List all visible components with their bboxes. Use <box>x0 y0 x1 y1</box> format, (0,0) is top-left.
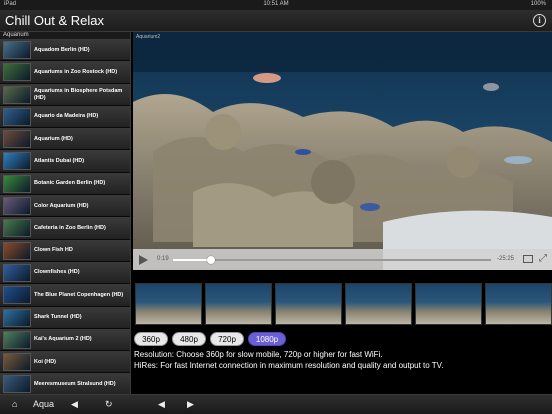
list-item[interactable]: Aquariums in Zoo Rostock (HD) <box>0 61 130 84</box>
scene-thumbnail[interactable] <box>415 283 482 325</box>
scene-thumbnail[interactable] <box>135 283 202 325</box>
refresh-icon[interactable]: ↻ <box>105 399 113 410</box>
play-icon[interactable] <box>139 255 148 265</box>
list-item-thumbnail <box>3 85 31 104</box>
list-item-thumbnail <box>3 375 31 394</box>
info-icon[interactable]: i <box>533 14 546 27</box>
video-controls: 0:19 -25:25 ⤢ <box>133 249 552 270</box>
title-bar: Chill Out & Relax i <box>0 10 552 32</box>
list-item-label: The Blue Planet Copenhagen (HD) <box>34 291 124 298</box>
list-item[interactable]: Meeresmuseum Stralsund (HD) <box>0 373 130 394</box>
list-item-label: Color Aquarium (HD) <box>34 202 89 209</box>
list-item-thumbnail <box>3 130 31 149</box>
list-item-thumbnail <box>3 241 31 260</box>
list-item-thumbnail <box>3 308 31 327</box>
list-item[interactable]: Aquariums in Biosphere Potsdam (HD) <box>0 83 130 106</box>
resolution-button-360p[interactable]: 360p <box>134 332 168 346</box>
prev-category-button[interactable]: ◀ <box>71 399 78 410</box>
list-item-label: Aquario da Madeira (HD) <box>34 113 99 120</box>
battery-label: 100% <box>530 1 546 7</box>
list-item-thumbnail <box>3 286 31 305</box>
list-item-thumbnail <box>3 197 31 216</box>
scene-thumbnail[interactable] <box>275 283 342 325</box>
remaining-time: -25:25 <box>497 256 515 262</box>
scene-thumbnail[interactable] <box>485 283 552 325</box>
list-item-thumbnail <box>3 174 31 193</box>
scene-thumbnails <box>133 270 552 330</box>
elapsed-time: 0:19 <box>157 256 169 262</box>
bottom-toolbar: ⌂ Aqua ◀ ↻ ◀ ▶ <box>0 394 552 414</box>
resolution-button-720p[interactable]: 720p <box>210 332 244 346</box>
list-item[interactable]: Kai's Aquarium 2 (HD) <box>0 328 130 352</box>
list-item[interactable]: Aquarium (HD) <box>0 128 130 151</box>
seek-bar[interactable] <box>173 256 491 264</box>
scene-thumbnail[interactable] <box>205 283 272 325</box>
list-item-thumbnail <box>3 41 31 59</box>
list-item[interactable]: The Blue Planet Copenhagen (HD) <box>0 284 130 307</box>
app-title: Chill Out & Relax <box>5 13 104 28</box>
list-item[interactable]: Atlantis Dubai (HD) <box>0 150 130 173</box>
list-item-label: Botanic Garden Berlin (HD) <box>34 180 106 187</box>
list-item[interactable]: Clown Fish HD <box>0 239 130 262</box>
list-item-thumbnail <box>3 152 31 171</box>
airplay-icon[interactable] <box>523 255 533 263</box>
clock: 10:51 AM <box>263 1 289 7</box>
video-list-sidebar: Aquarium Aquadom Berlin (HD) Aquariums in… <box>0 32 131 394</box>
video-caption: Aquarium2 <box>136 34 161 40</box>
list-item[interactable]: Aquadom Berlin (HD) <box>0 39 130 62</box>
list-item-label: Clownfishes (HD) <box>34 269 80 276</box>
list-item-label: Aquadom Berlin (HD) <box>34 46 90 53</box>
list-item[interactable]: Botanic Garden Berlin (HD) <box>0 172 130 196</box>
list-item-thumbnail <box>3 107 31 126</box>
list-item-thumbnail <box>3 63 31 82</box>
list-item-label: Meeresmuseum Stralsund (HD) <box>34 380 116 387</box>
section-header: Aquarium <box>0 32 130 39</box>
list-item[interactable]: Cafeteria in Zoo Berlin (HD) <box>0 217 130 240</box>
list-item-thumbnail <box>3 263 31 282</box>
home-icon[interactable]: ⌂ <box>12 399 17 409</box>
list-item-label: Clown Fish HD <box>34 247 73 254</box>
list-item-label: Aquariums in Zoo Rostock (HD) <box>34 68 118 75</box>
previous-video-button[interactable]: ◀ <box>158 399 165 410</box>
hires-help: HiRes: For fast Internet connection in m… <box>134 361 444 370</box>
fullscreen-icon[interactable]: ⤢ <box>539 253 547 264</box>
list-item-thumbnail <box>3 353 31 372</box>
list-item[interactable]: Aquario da Madeira (HD) <box>0 105 130 129</box>
video-frame <box>133 32 552 270</box>
list-item-thumbnail <box>3 219 31 238</box>
list-item-label: Kai's Aquarium 2 (HD) <box>34 336 92 343</box>
next-video-button[interactable]: ▶ <box>187 399 194 410</box>
video-player[interactable]: Aquarium2 <box>133 32 552 270</box>
seek-fill <box>173 259 212 261</box>
list-item-label: Atlantis Dubai (HD) <box>34 157 85 164</box>
list-item-label: Aquariums in Biosphere Potsdam (HD) <box>34 87 123 101</box>
list-item-label: Cafeteria in Zoo Berlin (HD) <box>34 224 106 231</box>
list-item-label: Shark Tunnel (HD) <box>34 314 82 321</box>
list-item[interactable]: Koi (HD) <box>0 351 130 374</box>
status-bar: iPad 10:51 AM 100% <box>0 0 552 10</box>
list-item-label: Koi (HD) <box>34 358 56 365</box>
seek-knob[interactable] <box>207 256 216 264</box>
resolution-button-1080p[interactable]: 1080p <box>248 332 286 346</box>
scene-thumbnail[interactable] <box>345 283 412 325</box>
category-label[interactable]: Aqua <box>33 399 54 409</box>
list-item-label: Aquarium (HD) <box>34 135 73 142</box>
list-item[interactable]: Color Aquarium (HD) <box>0 195 130 218</box>
list-item[interactable]: Shark Tunnel (HD) <box>0 306 130 329</box>
resolution-help: Resolution: Choose 360p for slow mobile,… <box>134 350 383 359</box>
list-item[interactable]: Clownfishes (HD) <box>0 261 130 285</box>
list-item-thumbnail <box>3 330 31 349</box>
resolution-button-480p[interactable]: 480p <box>172 332 206 346</box>
